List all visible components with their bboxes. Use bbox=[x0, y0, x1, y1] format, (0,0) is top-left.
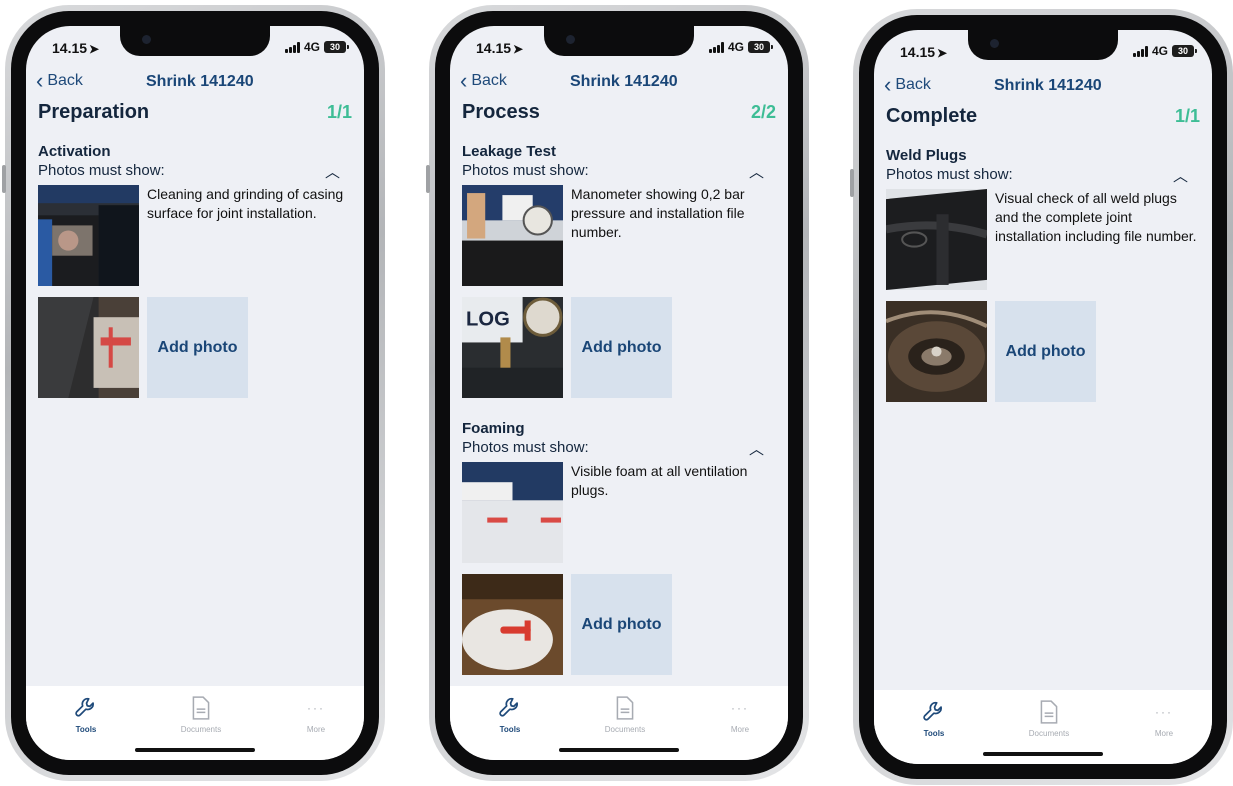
document-icon bbox=[1009, 698, 1089, 726]
tab-bar: Tools Documents ··· More bbox=[874, 690, 1212, 764]
example-photo[interactable] bbox=[886, 189, 987, 290]
phone-complete: 14.15 ➤ 4G 30 ‹ Back Shrink 141240 Complet… bbox=[850, 9, 1233, 785]
example-photo[interactable] bbox=[462, 185, 563, 286]
screen: 14.15 ➤ 4G 30 ‹ Back Shrink 141240 Process… bbox=[450, 26, 788, 760]
back-button[interactable]: ‹ Back bbox=[460, 68, 507, 93]
battery-icon: 30 bbox=[324, 41, 349, 53]
section-subtitle: Photos must show: bbox=[38, 162, 165, 179]
tab-more[interactable]: ··· More bbox=[700, 694, 780, 734]
tab-tools[interactable]: Tools bbox=[470, 694, 550, 734]
phone-preparation: 14.15 ➤ 4G 30 ‹ Back Shrink 141240 Prepara… bbox=[2, 5, 385, 781]
more-dots-icon: ··· bbox=[731, 701, 749, 715]
tab-tools[interactable]: Tools bbox=[894, 698, 974, 738]
chevron-up-icon[interactable]: ︿ bbox=[1173, 165, 1188, 186]
section-title: Foaming bbox=[462, 420, 525, 437]
svg-text:LOG: LOG bbox=[466, 308, 510, 330]
status-time: 14.15 ➤ bbox=[476, 40, 524, 56]
page-title: Preparation bbox=[38, 101, 150, 123]
location-arrow-icon: ➤ bbox=[89, 42, 100, 56]
location-arrow-icon: ➤ bbox=[937, 46, 948, 60]
chevron-up-icon[interactable]: ︿ bbox=[325, 161, 340, 182]
signal-icon bbox=[284, 41, 300, 53]
page-title: Complete bbox=[886, 105, 978, 127]
document-icon bbox=[585, 694, 665, 722]
tab-documents[interactable]: Documents bbox=[161, 694, 241, 734]
wrench-icon bbox=[894, 698, 974, 726]
uploaded-photo[interactable] bbox=[462, 574, 563, 675]
photo-requirement-text: Visual check of all weld plugs and the c… bbox=[995, 190, 1197, 244]
section-title: Weld Plugs bbox=[886, 147, 967, 164]
more-dots-icon: ··· bbox=[307, 701, 325, 715]
status-time: 14.15 ➤ bbox=[900, 44, 948, 60]
more-dots-icon: ··· bbox=[1155, 705, 1173, 719]
network-label: 4G bbox=[303, 40, 320, 54]
status-time: 14.15 ➤ bbox=[52, 40, 100, 56]
photo-requirement-text: Visible foam at all ventilation plugs. bbox=[571, 463, 748, 498]
tab-more[interactable]: ··· More bbox=[276, 694, 356, 734]
document-icon bbox=[161, 694, 241, 722]
back-button[interactable]: ‹ Back bbox=[884, 72, 931, 97]
tab-more[interactable]: ··· More bbox=[1124, 698, 1204, 738]
home-indicator bbox=[135, 748, 255, 752]
chevron-left-icon: ‹ bbox=[460, 68, 468, 93]
signal-icon bbox=[708, 41, 724, 53]
uploaded-photo[interactable] bbox=[886, 301, 987, 402]
example-photo[interactable] bbox=[462, 462, 563, 563]
section-subtitle: Photos must show: bbox=[462, 162, 589, 179]
add-photo-button[interactable]: Add photo bbox=[995, 301, 1096, 402]
wrench-icon bbox=[46, 694, 126, 722]
screen: 14.15 ➤ 4G 30 ‹ Back Shrink 141240 Prepara… bbox=[26, 26, 364, 760]
wrench-icon bbox=[470, 694, 550, 722]
section-activation: Activation Photos must show: ︿ Cleaning a… bbox=[38, 143, 354, 398]
page-title: Process bbox=[462, 101, 540, 123]
battery-icon: 30 bbox=[1172, 45, 1197, 57]
add-photo-button[interactable]: Add photo bbox=[571, 574, 672, 675]
example-photo[interactable] bbox=[38, 185, 139, 286]
screen: 14.15 ➤ 4G 30 ‹ Back Shrink 141240 Complet… bbox=[874, 30, 1212, 764]
uploaded-photo[interactable]: LOG bbox=[462, 297, 563, 398]
chevron-left-icon: ‹ bbox=[36, 68, 44, 93]
chevron-left-icon: ‹ bbox=[884, 72, 892, 97]
chevron-up-icon[interactable]: ︿ bbox=[749, 161, 764, 182]
section-weld-plugs: Weld Plugs Photos must show: ︿ Visual che… bbox=[886, 147, 1202, 402]
add-photo-button[interactable]: Add photo bbox=[147, 297, 248, 398]
tab-bar: Tools Documents ··· More bbox=[450, 686, 788, 760]
add-photo-button[interactable]: Add photo bbox=[571, 297, 672, 398]
home-indicator bbox=[559, 748, 679, 752]
section-subtitle: Photos must show: bbox=[886, 166, 1013, 183]
battery-icon: 30 bbox=[748, 41, 773, 53]
section-title: Activation bbox=[38, 143, 111, 160]
network-label: 4G bbox=[727, 40, 744, 54]
home-indicator bbox=[983, 752, 1103, 756]
location-arrow-icon: ➤ bbox=[513, 42, 524, 56]
tab-bar: Tools Documents ··· More bbox=[26, 686, 364, 760]
network-label: 4G bbox=[1151, 44, 1168, 58]
signal-icon bbox=[1132, 45, 1148, 57]
section-subtitle: Photos must show: bbox=[462, 439, 589, 456]
uploaded-photo[interactable] bbox=[38, 297, 139, 398]
photo-requirement-text: Manometer showing 0,2 bar pressure and i… bbox=[571, 186, 745, 240]
step-counter: 1/1 bbox=[326, 102, 352, 122]
tab-documents[interactable]: Documents bbox=[1009, 698, 1089, 738]
phone-process: 14.15 ➤ 4G 30 ‹ Back Shrink 141240 Process… bbox=[426, 5, 809, 781]
tab-documents[interactable]: Documents bbox=[585, 694, 665, 734]
nav-title: Shrink 141240 bbox=[994, 77, 1102, 94]
photo-requirement-text: Cleaning and grinding of casing surface … bbox=[147, 186, 344, 221]
chevron-up-icon[interactable]: ︿ bbox=[749, 438, 764, 459]
nav-title: Shrink 141240 bbox=[570, 73, 678, 90]
back-button[interactable]: ‹ Back bbox=[36, 68, 83, 93]
nav-title: Shrink 141240 bbox=[146, 73, 254, 90]
section-leakage-test: Leakage Test Photos must show: ︿ Manomete… bbox=[462, 143, 778, 398]
section-foaming: Foaming Photos must show: ︿ Visible foam … bbox=[462, 420, 778, 675]
step-counter: 2/2 bbox=[750, 102, 776, 122]
step-counter: 1/1 bbox=[1174, 106, 1200, 126]
tab-tools[interactable]: Tools bbox=[46, 694, 126, 734]
section-title: Leakage Test bbox=[462, 143, 556, 160]
